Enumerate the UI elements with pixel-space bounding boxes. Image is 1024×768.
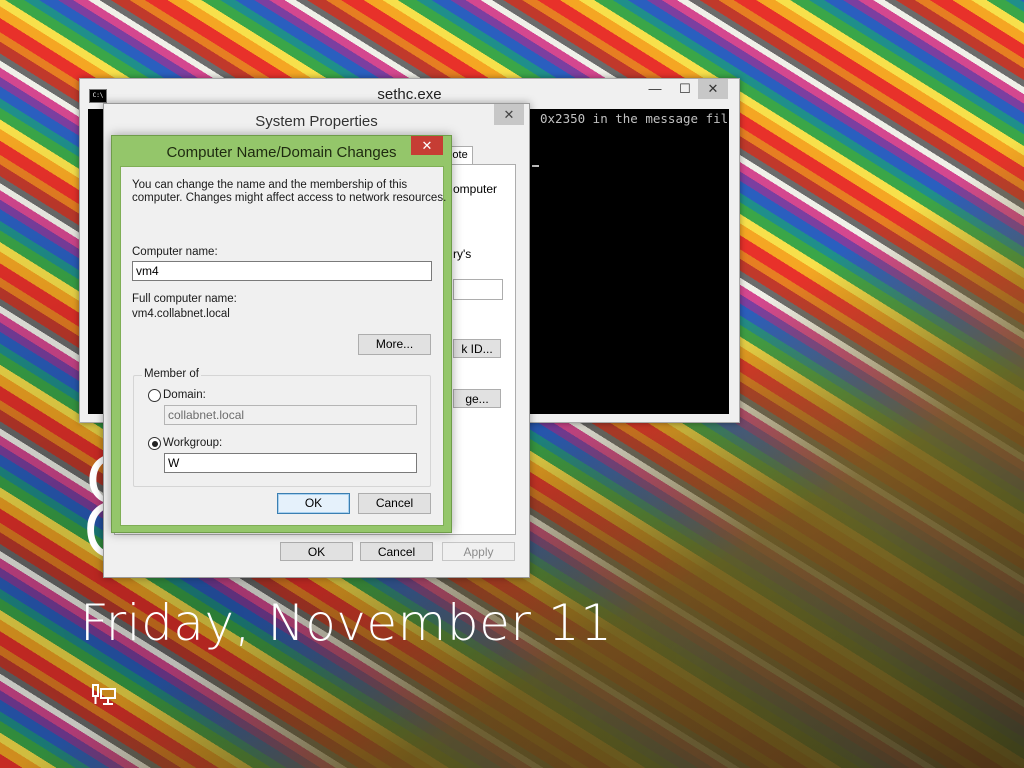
description-line-2: computer. Changes might affect access to… bbox=[132, 192, 447, 204]
system-properties-close-button[interactable]: ✕ bbox=[494, 104, 524, 125]
more-button[interactable]: More... bbox=[358, 334, 431, 355]
lock-screen-date: Friday, November 11 bbox=[80, 594, 613, 652]
system-properties-apply-button[interactable]: Apply bbox=[442, 542, 515, 561]
computer-name-dialog-close-button[interactable]: ✕ bbox=[411, 136, 443, 155]
maximize-button[interactable]: ☐ bbox=[670, 79, 700, 99]
description-line-1: You can change the name and the membersh… bbox=[132, 179, 408, 191]
console-cursor bbox=[532, 165, 539, 167]
workgroup-input[interactable]: W bbox=[164, 453, 417, 473]
member-of-group: Member of Domain: collabnet.local Workgr… bbox=[133, 368, 431, 487]
network-monitor-icon[interactable] bbox=[92, 684, 118, 706]
system-properties-title: System Properties bbox=[255, 113, 378, 130]
computer-name-dialog-title: Computer Name/Domain Changes bbox=[166, 144, 397, 161]
minimize-button[interactable]: — bbox=[640, 79, 670, 99]
full-computer-name-label: Full computer name: bbox=[132, 293, 237, 305]
computer-name-dialog[interactable]: Computer Name/Domain Changes ✕ You can c… bbox=[111, 135, 452, 533]
ok-button[interactable]: OK bbox=[277, 493, 350, 514]
domain-radio[interactable] bbox=[148, 389, 161, 402]
workgroup-label: Workgroup: bbox=[163, 437, 223, 449]
cancel-button[interactable]: Cancel bbox=[358, 493, 431, 514]
computer-name-input[interactable]: vm4 bbox=[132, 261, 432, 281]
domain-label: Domain: bbox=[163, 389, 206, 401]
system-properties-cancel-button[interactable]: Cancel bbox=[360, 542, 433, 561]
workgroup-radio[interactable] bbox=[148, 437, 161, 450]
panel-text-fragment: ry's bbox=[453, 247, 472, 261]
computer-name-label: Computer name: bbox=[132, 246, 218, 258]
computer-description-input[interactable] bbox=[453, 279, 503, 300]
computer-name-dialog-body: You can change the name and the membersh… bbox=[120, 166, 447, 526]
console-close-button[interactable]: ✕ bbox=[698, 79, 728, 99]
member-of-label: Member of bbox=[142, 368, 201, 380]
full-computer-name-value: vm4.collabnet.local bbox=[132, 308, 230, 320]
domain-input[interactable]: collabnet.local bbox=[164, 405, 417, 425]
system-properties-ok-button[interactable]: OK bbox=[280, 542, 353, 561]
console-text-line: 0x2350 in the message fil bbox=[540, 111, 729, 126]
network-id-button[interactable]: k ID... bbox=[453, 339, 501, 358]
change-button[interactable]: ge... bbox=[453, 389, 501, 408]
panel-text-fragment: omputer bbox=[453, 182, 498, 196]
